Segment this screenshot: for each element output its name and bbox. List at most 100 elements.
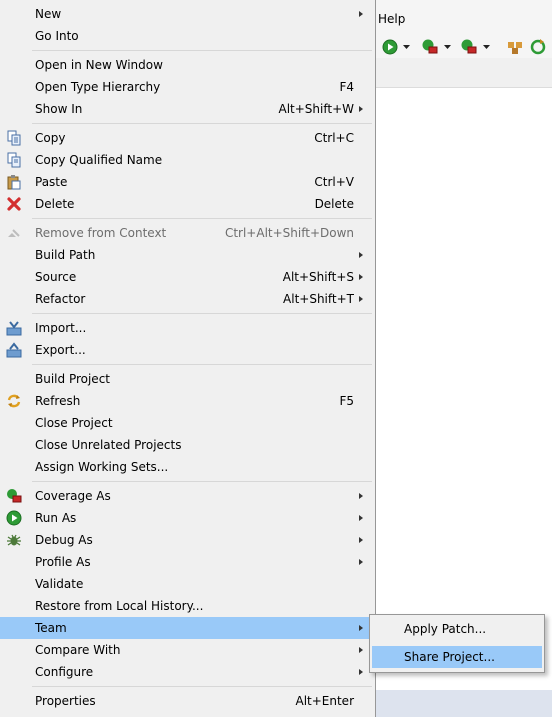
submenu-item-apply-patch[interactable]: Apply Patch... — [372, 618, 542, 640]
run-dropdown-icon[interactable] — [402, 38, 412, 56]
submenu-arrow-icon — [359, 252, 363, 258]
menu-item-label: Properties — [35, 694, 96, 708]
menu-item-label: Refresh — [35, 394, 81, 408]
submenu-item-share-project[interactable]: Share Project... — [372, 646, 542, 668]
menu-item-open-in-new-window[interactable]: Open in New Window — [0, 54, 375, 76]
menu-item-source[interactable]: Source Alt+Shift+S — [0, 266, 375, 288]
team-submenu: Apply Patch... Share Project... — [369, 614, 545, 673]
submenu-arrow-icon — [359, 647, 363, 653]
menu-item-copy-qualified-name[interactable]: Copy Qualified Name — [0, 149, 375, 171]
menu-item-label: Open in New Window — [35, 58, 163, 72]
menu-item-label: Delete — [35, 197, 75, 211]
import-icon — [6, 321, 22, 336]
menu-item-label: Paste — [35, 175, 68, 189]
menu-item-label: Validate — [35, 577, 84, 591]
menu-item-restore-from-local-history[interactable]: Restore from Local History... — [0, 595, 375, 617]
refresh-icon — [7, 394, 21, 408]
refresh-icon[interactable] — [529, 38, 547, 56]
menu-item-run-as[interactable]: Run As — [0, 507, 375, 529]
menu-item-label: New — [35, 7, 62, 21]
menu-item-shortcut: Delete — [314, 197, 354, 211]
menu-item-assign-working-sets[interactable]: Assign Working Sets... — [0, 456, 375, 478]
external-tools-icon[interactable] — [460, 38, 478, 56]
copy-icon — [7, 130, 21, 146]
menu-item-label: Debug As — [35, 533, 93, 547]
menu-item-refresh[interactable]: Refresh F5 — [0, 390, 375, 412]
menu-item-debug-as[interactable]: Debug As — [0, 529, 375, 551]
menu-item-delete[interactable]: Delete Delete — [0, 193, 375, 215]
remove-context-icon — [8, 229, 20, 237]
delete-icon — [7, 197, 21, 211]
submenu-arrow-icon — [359, 515, 363, 521]
menu-item-label: Remove from Context — [35, 226, 167, 240]
menu-item-label: Assign Working Sets... — [35, 460, 169, 474]
menu-item-show-in[interactable]: Show In Alt+Shift+W — [0, 98, 375, 120]
menu-item-label: Copy — [35, 131, 66, 145]
menu-item-refactor[interactable]: Refactor Alt+Shift+T — [0, 288, 375, 310]
submenu-arrow-icon — [359, 106, 363, 112]
menu-separator — [32, 481, 372, 482]
menu-item-label: Profile As — [35, 555, 91, 569]
menu-item-label: Restore from Local History... — [35, 599, 204, 613]
menu-separator — [32, 123, 372, 124]
external-tools-dropdown-icon[interactable] — [482, 38, 492, 56]
menu-item-coverage-as[interactable]: Coverage As — [0, 485, 375, 507]
menu-item-close-unrelated-projects[interactable]: Close Unrelated Projects — [0, 434, 375, 456]
export-icon — [6, 342, 22, 358]
menu-item-profile-as[interactable]: Profile As — [0, 551, 375, 573]
menu-item-shortcut: Alt+Shift+W — [278, 102, 355, 116]
paste-icon — [7, 175, 21, 190]
coverage-icon[interactable] — [421, 38, 439, 56]
submenu-arrow-icon — [359, 274, 363, 280]
editor-tab-strip — [376, 58, 552, 88]
menu-item-label: Build Path — [35, 248, 96, 262]
menu-item-shortcut: Ctrl+C — [314, 131, 354, 145]
menu-separator — [32, 313, 372, 314]
coverage-icon — [7, 489, 22, 503]
menu-item-shortcut: Alt+Shift+T — [283, 292, 354, 306]
menu-separator — [32, 218, 372, 219]
menu-item-export[interactable]: Export... — [0, 339, 375, 361]
submenu-arrow-icon — [359, 669, 363, 675]
menu-item-close-project[interactable]: Close Project — [0, 412, 375, 434]
menu-item-label: Compare With — [35, 643, 121, 657]
menu-item-shortcut: Ctrl+Alt+Shift+Down — [224, 226, 354, 240]
run-icon — [6, 510, 22, 526]
menu-item-label: Close Project — [35, 416, 113, 430]
menu-item-label: Source — [35, 270, 77, 284]
menu-item-configure[interactable]: Configure — [0, 661, 375, 683]
menu-item-label: Copy Qualified Name — [35, 153, 163, 167]
menu-item-properties[interactable]: Properties Alt+Enter — [0, 690, 375, 712]
package-icon[interactable] — [506, 38, 524, 56]
menu-item-go-into[interactable]: Go Into — [0, 25, 375, 47]
menu-item-copy[interactable]: Copy Ctrl+C — [0, 127, 375, 149]
coverage-dropdown-icon[interactable] — [443, 38, 453, 56]
submenu-arrow-icon — [359, 493, 363, 499]
menu-item-shortcut: Ctrl+V — [314, 175, 354, 189]
menu-item-shortcut: Alt+Shift+S — [282, 270, 354, 284]
menu-item-label: Export... — [35, 343, 86, 357]
menu-item-remove-from-context: Remove from Context Ctrl+Alt+Shift+Down — [0, 222, 375, 244]
menu-help[interactable]: Help — [378, 12, 405, 26]
menu-item-build-project[interactable]: Build Project — [0, 368, 375, 390]
menu-item-new[interactable]: New — [0, 3, 375, 25]
run-icon[interactable] — [381, 38, 399, 56]
menu-item-validate[interactable]: Validate — [0, 573, 375, 595]
menu-item-label: Close Unrelated Projects — [35, 438, 182, 452]
menu-item-label: Run As — [35, 511, 77, 525]
menu-item-build-path[interactable]: Build Path — [0, 244, 375, 266]
menu-item-import[interactable]: Import... — [0, 317, 375, 339]
submenu-arrow-icon — [359, 296, 363, 302]
debug-icon — [7, 534, 21, 546]
menu-item-team[interactable]: Team — [0, 617, 375, 639]
editor-area — [376, 88, 552, 688]
submenu-item-label: Share Project... — [404, 650, 495, 664]
menu-separator — [32, 686, 372, 687]
menu-item-compare-with[interactable]: Compare With — [0, 639, 375, 661]
menu-item-paste[interactable]: Paste Ctrl+V — [0, 171, 375, 193]
menu-item-open-type-hierarchy[interactable]: Open Type Hierarchy F4 — [0, 76, 375, 98]
menu-item-label: Coverage As — [35, 489, 111, 503]
menu-separator — [32, 50, 372, 51]
menu-item-label: Refactor — [35, 292, 86, 306]
menu-separator — [32, 364, 372, 365]
